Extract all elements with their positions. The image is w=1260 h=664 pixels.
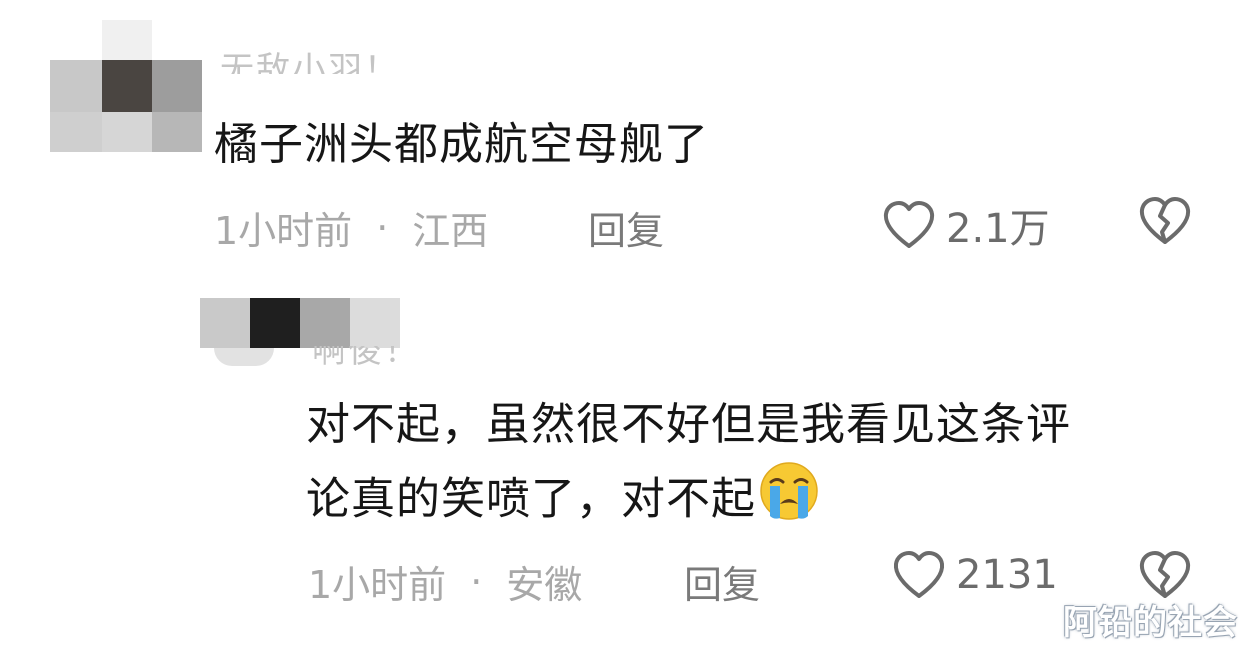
comment-meta: 1小时前 · 江西 [214, 200, 488, 255]
comment-text: 橘子洲头都成航空母舰了 [214, 110, 709, 180]
avatar[interactable] [50, 20, 210, 152]
meta-separator: · [376, 205, 389, 250]
comment-text-line: 橘子洲头都成航空母舰了 [214, 119, 709, 170]
like-count: 2.1万 [946, 206, 1050, 252]
broken-heart-icon [1139, 197, 1191, 244]
like-button[interactable]: 2131 [892, 550, 1058, 600]
comment-meta: 1小时前 · 安徽 [308, 554, 582, 609]
watermark: 阿铅的社会 [1063, 603, 1238, 643]
comment-text-line: 论真的笑喷了，对不起 [306, 473, 756, 525]
comment-time: 1小时前 [214, 209, 353, 253]
like-button[interactable]: 2.1万 [882, 196, 1050, 254]
loudly-crying-face-emoji [758, 460, 820, 543]
comment-text: 对不起，虽然很不好但是我看见这条评 论真的笑喷了，对不起 [306, 390, 1071, 543]
comment-location: 安徽 [506, 563, 583, 607]
heart-outline-icon [883, 201, 935, 248]
like-count: 2131 [956, 552, 1058, 598]
reply-button[interactable]: 回复 [588, 200, 664, 255]
comment-location: 江西 [412, 209, 489, 253]
comment-username[interactable]: 啊俊！ [312, 346, 420, 366]
comment-text-line-with-emoji: 论真的笑喷了，对不起 [306, 460, 1071, 543]
reply-button[interactable]: 回复 [684, 554, 760, 609]
heart-outline-icon [893, 551, 945, 598]
broken-heart-icon [1139, 551, 1191, 598]
comment-time: 1小时前 [308, 563, 447, 607]
comment-username[interactable]: 无敌小羽！ [220, 44, 400, 74]
meta-separator: · [470, 559, 483, 604]
comment-text-line: 对不起，虽然很不好但是我看见这条评 [306, 399, 1071, 450]
dislike-button[interactable] [1138, 196, 1192, 250]
